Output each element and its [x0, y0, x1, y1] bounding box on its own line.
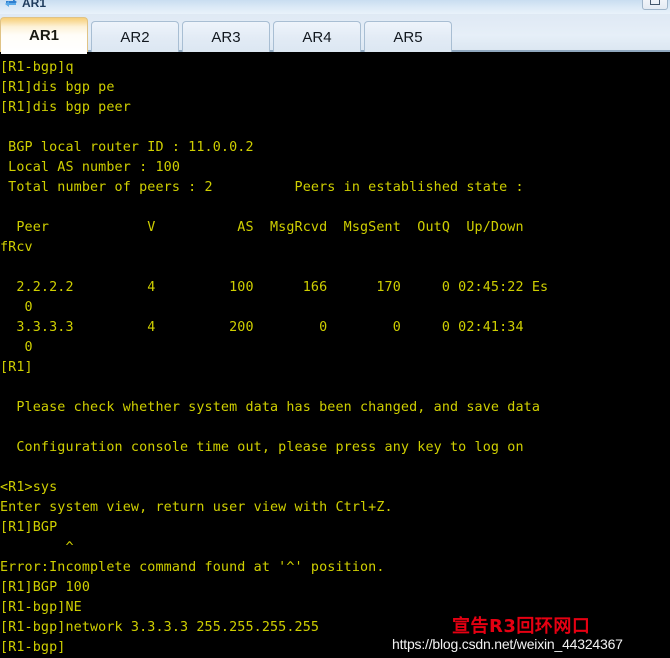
restore-window-icon[interactable] — [642, 0, 668, 10]
console-line: [R1]BGP 100 — [0, 580, 91, 595]
tab-ar4[interactable]: AR4 — [273, 21, 361, 52]
console-line: <R1>sys — [0, 480, 58, 495]
tab-ar2[interactable]: AR2 — [91, 21, 179, 52]
console-line: Local AS number : 100 — [0, 160, 181, 175]
console-line: [R1]BGP — [0, 520, 58, 535]
console-line: Total number of peers : 2 Peers in estab… — [0, 180, 524, 195]
annotation-watermark: 宣告R3回环网口 — [452, 616, 591, 637]
console-line: Please check whether system data has bee… — [0, 400, 541, 415]
tab-ar3[interactable]: AR3 — [182, 21, 270, 52]
tab-ar2-label: AR2 — [120, 28, 150, 46]
console-line: [R1] — [0, 360, 33, 375]
console-line: 0 — [0, 300, 33, 315]
console-line: Configuration console time out, please p… — [0, 440, 524, 455]
console-line: fRcv — [0, 240, 33, 255]
console-line: 3.3.3.3 4 200 0 0 0 02:41:34 — [0, 320, 524, 335]
console-line: [R1]dis bgp peer — [0, 100, 131, 115]
console-line: ^ — [0, 540, 74, 555]
console-line: 0 — [0, 340, 33, 355]
title-bar-left-group: AR1 — [4, 0, 46, 10]
tab-ar5-label: AR5 — [393, 28, 423, 46]
console-line: 2.2.2.2 4 100 166 170 0 02:45:22 Es — [0, 280, 549, 295]
console-line: Enter system view, return user view with… — [0, 500, 393, 515]
tab-ar4-label: AR4 — [302, 28, 332, 46]
console-line: [R1]dis bgp pe — [0, 80, 115, 95]
tab-ar1-label: AR1 — [28, 26, 59, 44]
tab-ar1[interactable]: AR1 — [0, 17, 88, 54]
emulator-window: AR1 AR1 AR2 AR3 AR4 AR5 [R1-bgp]q [R1]di… — [0, 0, 670, 658]
console-line: BGP local router ID : 11.0.0.2 — [0, 140, 254, 155]
tab-ar5[interactable]: AR5 — [364, 21, 452, 52]
tab-ar3-label: AR3 — [211, 28, 241, 46]
console-line: Peer V AS MsgRcvd MsgSent OutQ Up/Down — [0, 220, 524, 235]
router-icon — [4, 0, 18, 10]
console-line: [R1-bgp]q — [0, 60, 74, 75]
blog-url-watermark: https://blog.csdn.net/weixin_44324367 — [392, 636, 623, 652]
console-output[interactable]: [R1-bgp]q [R1]dis bgp pe [R1]dis bgp peer … — [0, 52, 670, 658]
device-tab-list: AR1 AR2 AR3 AR4 AR5 — [0, 17, 455, 54]
window-title-bar: AR1 — [0, 0, 670, 15]
window-title: AR1 — [22, 0, 47, 10]
restore-glyph — [650, 0, 660, 5]
device-tab-strip: AR1 AR2 AR3 AR4 AR5 — [0, 14, 670, 54]
console-line: Error:Incomplete command found at '^' po… — [0, 560, 385, 575]
